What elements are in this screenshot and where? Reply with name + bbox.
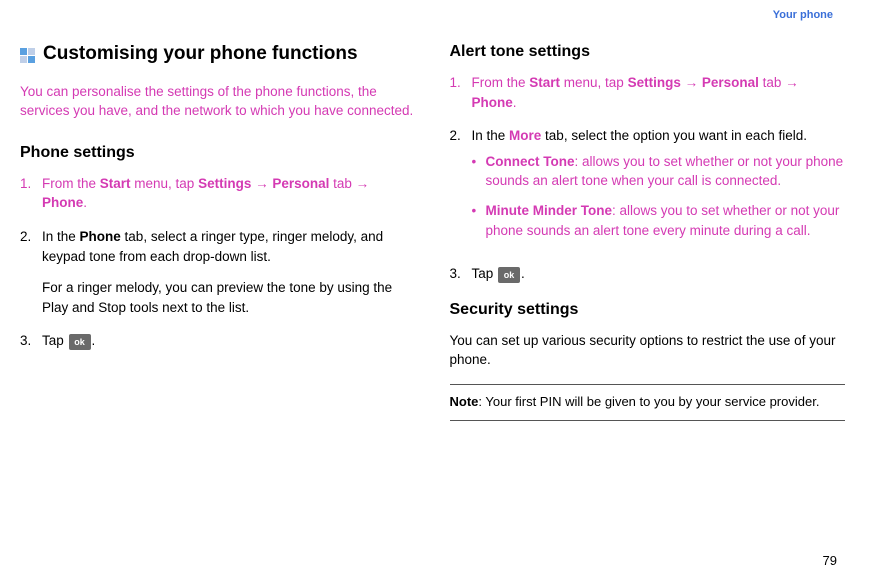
bullet-icon: • — [472, 152, 486, 191]
note-label: Note — [450, 394, 479, 409]
bullet-connect-tone: • Connect Tone: allows you to set whethe… — [472, 152, 846, 191]
left-column: Customising your phone functions You can… — [20, 40, 416, 421]
phone-tab-label: Phone — [80, 229, 121, 244]
right-step-2: 2. In the More tab, select the option yo… — [450, 126, 846, 250]
main-heading-text: Customising your phone functions — [43, 40, 358, 68]
text: From the — [42, 176, 100, 191]
text: From the — [472, 75, 530, 90]
phone-settings-heading: Phone settings — [20, 141, 416, 164]
settings-label: Settings — [628, 75, 681, 90]
main-heading: Customising your phone functions — [20, 40, 416, 68]
step-number: 3. — [450, 264, 472, 284]
left-step-1: 1. From the Start menu, tap Settings → P… — [20, 174, 416, 213]
right-column: Alert tone settings 1. From the Start me… — [450, 40, 846, 421]
step-number: 1. — [20, 174, 42, 213]
step-number: 2. — [20, 227, 42, 317]
text: tab, select the option you want in each … — [541, 128, 807, 143]
text: . — [92, 333, 96, 348]
bullet-minute-minder: • Minute Minder Tone: allows you to set … — [472, 201, 846, 240]
text: . — [521, 266, 525, 281]
security-text: You can set up various security options … — [450, 331, 846, 370]
text: . — [513, 95, 517, 110]
step-body: Tap ok. — [472, 264, 846, 284]
bullet-icon: • — [472, 201, 486, 240]
start-label: Start — [100, 176, 131, 191]
minute-minder-label: Minute Minder Tone — [486, 203, 613, 218]
left-step-3: 3. Tap ok. — [20, 331, 416, 351]
ok-icon: ok — [498, 267, 520, 283]
content-columns: Customising your phone functions You can… — [20, 40, 845, 421]
right-step-3: 3. Tap ok. — [450, 264, 846, 284]
note-block: Note: Your first PIN will be given to yo… — [450, 384, 846, 421]
ok-icon: ok — [69, 334, 91, 350]
bullet-text: Minute Minder Tone: allows you to set wh… — [486, 201, 846, 240]
text: In the — [472, 128, 510, 143]
settings-label: Settings — [198, 176, 251, 191]
step-extra-text: For a ringer melody, you can preview the… — [42, 278, 416, 317]
personal-label: Personal — [702, 75, 759, 90]
text: menu, tap — [560, 75, 628, 90]
step-number: 1. — [450, 73, 472, 112]
left-step-2: 2. In the Phone tab, select a ringer typ… — [20, 227, 416, 317]
start-label: Start — [529, 75, 560, 90]
text: In the — [42, 229, 80, 244]
phone-label: Phone — [472, 95, 513, 110]
phone-label: Phone — [42, 195, 83, 210]
section-header-link: Your phone — [773, 8, 833, 24]
connect-tone-label: Connect Tone — [486, 154, 575, 169]
step-number: 2. — [450, 126, 472, 250]
text: Tap — [42, 333, 68, 348]
text: → — [681, 75, 702, 90]
right-step-1: 1. From the Start menu, tap Settings → P… — [450, 73, 846, 112]
note-text: : Your first PIN will be given to you by… — [478, 394, 819, 409]
step-body: From the Start menu, tap Settings → Pers… — [472, 73, 846, 112]
alert-tone-heading: Alert tone settings — [450, 40, 846, 63]
text: tab → — [329, 176, 369, 191]
step-body: In the Phone tab, select a ringer type, … — [42, 227, 416, 317]
text: tab → — [759, 75, 799, 90]
step-body: From the Start menu, tap Settings → Pers… — [42, 174, 416, 213]
step-body: In the More tab, select the option you w… — [472, 126, 846, 250]
more-label: More — [509, 128, 541, 143]
text: menu, tap — [131, 176, 199, 191]
section-square-icon — [20, 44, 35, 59]
bullet-text: Connect Tone: allows you to set whether … — [486, 152, 846, 191]
text: . — [83, 195, 87, 210]
text: Tap — [472, 266, 498, 281]
security-settings-heading: Security settings — [450, 298, 846, 321]
text: → — [251, 176, 272, 191]
page-number: 79 — [823, 552, 837, 571]
step-number: 3. — [20, 331, 42, 351]
intro-text: You can personalise the settings of the … — [20, 82, 416, 121]
step-body: Tap ok. — [42, 331, 416, 351]
personal-label: Personal — [272, 176, 329, 191]
